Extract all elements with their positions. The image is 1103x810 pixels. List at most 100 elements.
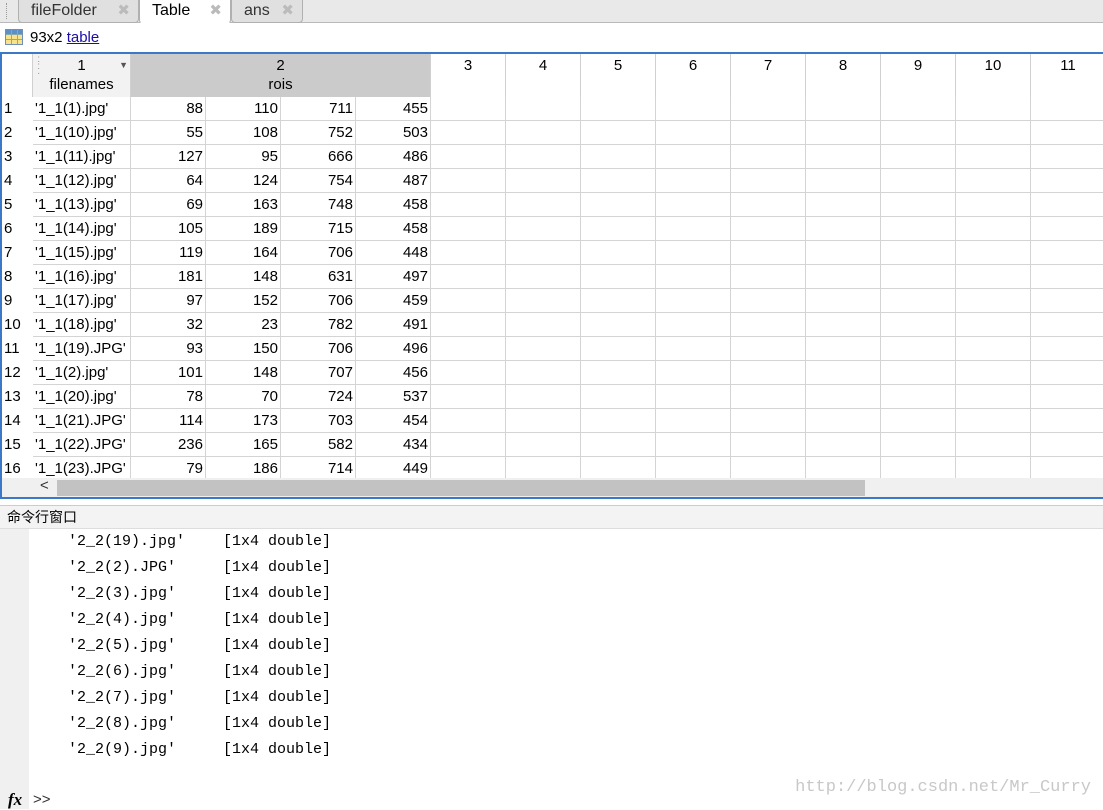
empty-cell[interactable] (881, 217, 956, 241)
empty-cell[interactable] (881, 241, 956, 265)
sort-arrow-icon[interactable]: ▼ (119, 60, 128, 70)
empty-cell[interactable] (731, 169, 806, 193)
empty-cell[interactable] (956, 193, 1031, 217)
rois-cell[interactable]: 114 (131, 409, 206, 433)
tab-ans[interactable]: ans ✖ (231, 0, 303, 23)
empty-cell[interactable] (1031, 337, 1103, 361)
rois-cell[interactable]: 537 (356, 385, 431, 409)
column-header-3[interactable]: 3 (431, 54, 506, 97)
empty-cell[interactable] (431, 289, 506, 313)
empty-cell[interactable] (656, 169, 731, 193)
empty-cell[interactable] (1031, 169, 1103, 193)
empty-cell[interactable] (431, 409, 506, 433)
empty-cell[interactable] (581, 145, 656, 169)
empty-cell[interactable] (506, 409, 581, 433)
empty-cell[interactable] (431, 193, 506, 217)
rois-cell[interactable]: 582 (281, 433, 356, 457)
rois-cell[interactable]: 706 (281, 289, 356, 313)
empty-cell[interactable] (956, 169, 1031, 193)
empty-cell[interactable] (506, 217, 581, 241)
empty-cell[interactable] (1031, 409, 1103, 433)
column-header-11[interactable]: 11 (1031, 54, 1103, 97)
empty-cell[interactable] (881, 121, 956, 145)
filename-cell[interactable]: '1_1(13).jpg' (33, 193, 131, 217)
rois-cell[interactable]: 165 (206, 433, 281, 457)
empty-cell[interactable] (656, 313, 731, 337)
rois-cell[interactable]: 69 (131, 193, 206, 217)
empty-cell[interactable] (581, 121, 656, 145)
rois-cell[interactable]: 486 (356, 145, 431, 169)
empty-cell[interactable] (656, 265, 731, 289)
empty-cell[interactable] (806, 97, 881, 121)
close-icon[interactable]: ✖ (209, 0, 222, 21)
empty-cell[interactable] (731, 385, 806, 409)
rois-cell[interactable]: 127 (131, 145, 206, 169)
empty-cell[interactable] (581, 265, 656, 289)
empty-cell[interactable] (506, 265, 581, 289)
rois-cell[interactable]: 497 (356, 265, 431, 289)
drag-handle-icon[interactable]: :: · (37, 55, 40, 79)
empty-cell[interactable] (1031, 145, 1103, 169)
empty-cell[interactable] (581, 361, 656, 385)
empty-cell[interactable] (731, 409, 806, 433)
empty-cell[interactable] (1031, 361, 1103, 385)
empty-cell[interactable] (506, 289, 581, 313)
rois-cell[interactable]: 101 (131, 361, 206, 385)
rois-cell[interactable]: 23 (206, 313, 281, 337)
empty-cell[interactable] (656, 121, 731, 145)
filename-cell[interactable]: '1_1(16).jpg' (33, 265, 131, 289)
rois-cell[interactable]: 70 (206, 385, 281, 409)
filename-cell[interactable]: '1_1(22).JPG' (33, 433, 131, 457)
rois-cell[interactable]: 108 (206, 121, 281, 145)
empty-cell[interactable] (431, 265, 506, 289)
rois-cell[interactable]: 782 (281, 313, 356, 337)
empty-cell[interactable] (431, 241, 506, 265)
empty-cell[interactable] (731, 121, 806, 145)
rois-cell[interactable]: 666 (281, 145, 356, 169)
column-header-rois[interactable]: 2 rois (131, 54, 431, 97)
rois-cell[interactable]: 703 (281, 409, 356, 433)
empty-cell[interactable] (431, 217, 506, 241)
fx-icon[interactable]: fx (8, 790, 22, 810)
empty-cell[interactable] (431, 121, 506, 145)
empty-cell[interactable] (956, 145, 1031, 169)
empty-cell[interactable] (956, 361, 1031, 385)
empty-cell[interactable] (1031, 97, 1103, 121)
empty-cell[interactable] (1031, 241, 1103, 265)
empty-cell[interactable] (956, 433, 1031, 457)
empty-cell[interactable] (431, 433, 506, 457)
filename-cell[interactable]: '1_1(10).jpg' (33, 121, 131, 145)
empty-cell[interactable] (806, 337, 881, 361)
rois-cell[interactable]: 55 (131, 121, 206, 145)
empty-cell[interactable] (581, 433, 656, 457)
horizontal-scrollbar[interactable]: < (2, 477, 1103, 497)
empty-cell[interactable] (581, 409, 656, 433)
empty-cell[interactable] (881, 433, 956, 457)
filename-cell[interactable]: '1_1(17).jpg' (33, 289, 131, 313)
empty-cell[interactable] (731, 361, 806, 385)
rois-cell[interactable]: 236 (131, 433, 206, 457)
empty-cell[interactable] (1031, 385, 1103, 409)
filename-cell[interactable]: '1_1(21).JPG' (33, 409, 131, 433)
empty-cell[interactable] (656, 385, 731, 409)
empty-cell[interactable] (731, 289, 806, 313)
rois-cell[interactable]: 459 (356, 289, 431, 313)
filename-cell[interactable]: '1_1(18).jpg' (33, 313, 131, 337)
empty-cell[interactable] (506, 313, 581, 337)
empty-cell[interactable] (806, 409, 881, 433)
scroll-left-arrow-icon[interactable]: < (40, 477, 49, 494)
empty-cell[interactable] (431, 337, 506, 361)
filename-cell[interactable]: '1_1(12).jpg' (33, 169, 131, 193)
empty-cell[interactable] (506, 361, 581, 385)
empty-cell[interactable] (956, 265, 1031, 289)
filename-cell[interactable]: '1_1(11).jpg' (33, 145, 131, 169)
rois-cell[interactable]: 631 (281, 265, 356, 289)
empty-cell[interactable] (806, 433, 881, 457)
empty-cell[interactable] (881, 385, 956, 409)
empty-cell[interactable] (731, 241, 806, 265)
rois-cell[interactable]: 78 (131, 385, 206, 409)
empty-cell[interactable] (956, 217, 1031, 241)
empty-cell[interactable] (656, 433, 731, 457)
empty-cell[interactable] (506, 145, 581, 169)
empty-cell[interactable] (581, 97, 656, 121)
